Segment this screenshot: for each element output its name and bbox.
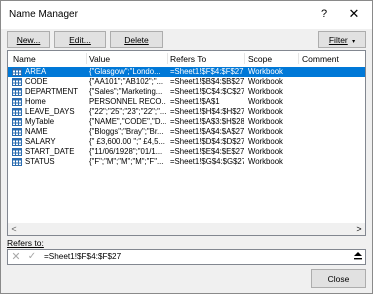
- list-item[interactable]: LEAVE_DAYS {"22";"25";"23";"22";"... =Shee…: [8, 107, 365, 117]
- cell-refers-to: =Sheet1!$F$4:$F$27: [170, 67, 244, 76]
- checkmark-icon[interactable]: ✓: [25, 251, 39, 263]
- column-header-comment[interactable]: Comment: [302, 54, 339, 64]
- column-divider[interactable]: [298, 53, 299, 64]
- close-button[interactable]: Close: [311, 269, 366, 288]
- table-icon: [12, 98, 22, 106]
- column-divider[interactable]: [167, 53, 168, 64]
- cell-scope: Workbook: [248, 107, 283, 116]
- cell-refers-to: =Sheet1!$G$4:$G$27: [170, 157, 244, 166]
- list-header: Name Value Refers To Scope Comment: [8, 51, 365, 66]
- delete-button-label: Delete: [124, 35, 149, 45]
- column-header-value[interactable]: Value: [89, 54, 110, 64]
- cell-name: CODE: [25, 77, 48, 86]
- cell-name: DEPARTMENT: [25, 87, 78, 96]
- table-icon: [12, 118, 22, 126]
- column-divider[interactable]: [86, 53, 87, 64]
- table-icon: [12, 68, 22, 76]
- edit-button-label: Edit...: [69, 35, 91, 45]
- cell-name: LEAVE_DAYS: [25, 107, 75, 116]
- cell-refers-to: =Sheet1!$H$4:$H$27: [170, 107, 244, 116]
- cell-value: {" £3,600.00 ";" £4,5...: [89, 137, 165, 146]
- list-item[interactable]: AREA {"Glasgow";"Londo... =Sheet1!$F$4:$F$…: [8, 67, 365, 77]
- help-button[interactable]: ?: [314, 5, 334, 23]
- new-button[interactable]: New...: [7, 31, 50, 48]
- cell-name: MyTable: [25, 117, 55, 126]
- cell-refers-to: =Sheet1!$D$4:$D$27: [170, 137, 244, 146]
- refers-to-input[interactable]: [44, 250, 344, 264]
- table-icon: [12, 108, 22, 116]
- edit-button[interactable]: Edit...: [54, 31, 106, 48]
- list-item[interactable]: STATUS {"F";"M";"M";"M";"F"... =Sheet1!$G$…: [8, 157, 365, 167]
- column-header-scope[interactable]: Scope: [248, 54, 272, 64]
- cell-refers-to: =Sheet1!$A$4:$A$27: [170, 127, 244, 136]
- table-icon: [12, 158, 22, 166]
- chevron-right-icon[interactable]: >: [353, 223, 365, 235]
- chevron-left-icon[interactable]: <: [8, 223, 20, 235]
- title-bar: Name Manager ? ✕: [1, 1, 372, 29]
- cell-scope: Workbook: [248, 127, 283, 136]
- cell-value: {"Glasgow";"Londo...: [89, 67, 161, 76]
- cell-scope: Workbook: [248, 87, 283, 96]
- cell-value: {"11/06/1928";"01/1...: [89, 147, 163, 156]
- cell-name: SALARY: [25, 137, 56, 146]
- cell-scope: Workbook: [248, 77, 283, 86]
- filter-button[interactable]: Filter ▾: [318, 31, 366, 48]
- cell-refers-to: =Sheet1!$A$3:$H$28: [170, 117, 244, 126]
- cell-scope: Workbook: [248, 157, 283, 166]
- names-list[interactable]: Name Value Refers To Scope Comment AREA {…: [7, 50, 366, 236]
- cell-name: NAME: [25, 127, 48, 136]
- cell-value: {"NAME","CODE","D...: [89, 117, 166, 126]
- cell-refers-to: =Sheet1!$B$4:$B$27: [170, 77, 244, 86]
- cell-scope: Workbook: [248, 97, 283, 106]
- horizontal-scrollbar[interactable]: < >: [8, 223, 365, 235]
- dropdown-arrow-icon: ▾: [352, 39, 356, 45]
- list-item[interactable]: SALARY {" £3,600.00 ";" £4,5... =Sheet1!$D…: [8, 137, 365, 147]
- column-header-refers-to[interactable]: Refers To: [170, 54, 206, 64]
- new-button-label: New...: [16, 35, 41, 45]
- refers-to-box: ✕ ✓: [7, 249, 366, 265]
- cell-refers-to: =Sheet1!$E$4:$E$27: [170, 147, 244, 156]
- table-icon: [12, 88, 22, 96]
- cell-name: STATUS: [25, 157, 55, 166]
- list-item[interactable]: Home PERSONNEL RECO... =Sheet1!$A$1 Workboo…: [8, 97, 365, 107]
- table-icon: [12, 148, 22, 156]
- cell-refers-to: =Sheet1!$A$1: [170, 97, 220, 106]
- collapse-dialog-glyph: [353, 252, 362, 260]
- cell-name: START_DATE: [25, 147, 75, 156]
- list-item[interactable]: CODE {"AA101";"AB102";"... =Sheet1!$B$4:$B…: [8, 77, 365, 87]
- table-icon: [12, 138, 22, 146]
- cell-scope: Workbook: [248, 147, 283, 156]
- dialog-title: Name Manager: [9, 9, 78, 20]
- list-item[interactable]: NAME {"Bloggs";"Bray";"Br... =Sheet1!$A$4:…: [8, 127, 365, 137]
- cell-scope: Workbook: [248, 67, 283, 76]
- cell-scope: Workbook: [248, 117, 283, 126]
- cell-value: {"AA101";"AB102";"...: [89, 77, 164, 86]
- list-item[interactable]: MyTable {"NAME","CODE","D... =Sheet1!$A$3:…: [8, 117, 365, 127]
- cell-value: {"22";"25";"23";"22";"...: [89, 107, 166, 116]
- collapse-dialog-icon[interactable]: [351, 251, 364, 263]
- refers-to-label-text: Refers to:: [7, 238, 44, 248]
- table-icon: [12, 78, 22, 86]
- list-item[interactable]: DEPARTMENT {"Sales";"Marketing... =Sheet1!…: [8, 87, 365, 97]
- cell-scope: Workbook: [248, 137, 283, 146]
- delete-button[interactable]: Delete: [110, 31, 163, 48]
- refers-to-label: Refers to:: [7, 238, 44, 248]
- cell-value: PERSONNEL RECO...: [89, 97, 166, 106]
- close-icon[interactable]: ✕: [343, 5, 365, 23]
- column-divider[interactable]: [244, 53, 245, 64]
- cell-name: Home: [25, 97, 46, 106]
- cell-value: {"F";"M";"M";"M";"F"...: [89, 157, 164, 166]
- cell-name: AREA: [25, 67, 47, 76]
- column-header-name[interactable]: Name: [13, 54, 36, 64]
- name-manager-dialog: Name Manager ? ✕ New... Edit... Delete F…: [0, 0, 373, 294]
- filter-button-label: Filter: [328, 35, 348, 45]
- cell-value: {"Bloggs";"Bray";"Br...: [89, 127, 164, 136]
- list-item[interactable]: START_DATE {"11/06/1928";"01/1... =Sheet1!…: [8, 147, 365, 157]
- cancel-x-icon[interactable]: ✕: [9, 251, 23, 263]
- cell-refers-to: =Sheet1!$C$4:$C$27: [170, 87, 244, 96]
- table-icon: [12, 128, 22, 136]
- cell-value: {"Sales";"Marketing...: [89, 87, 163, 96]
